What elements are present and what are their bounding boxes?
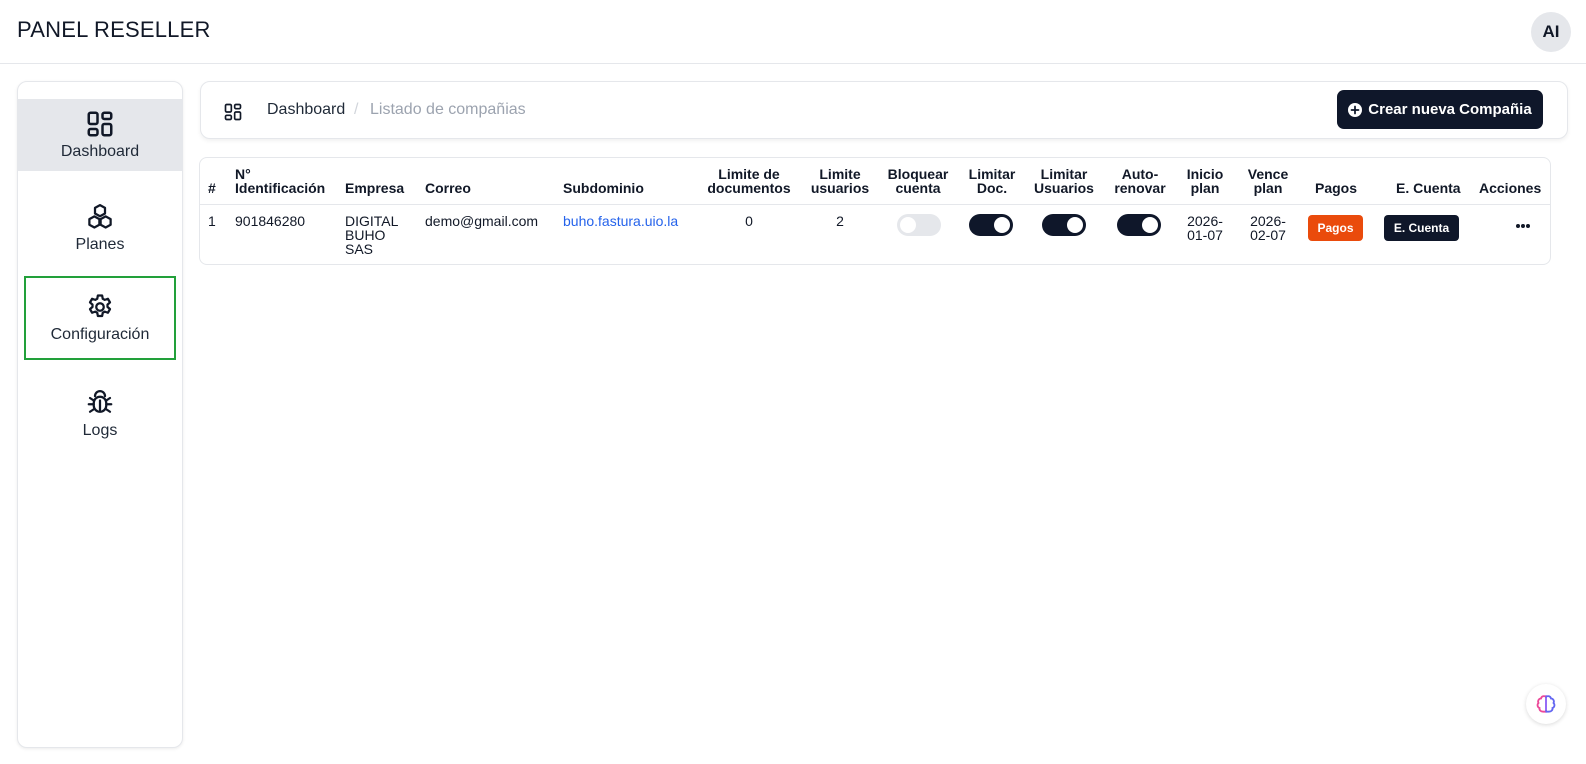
pagos-button[interactable]: Pagos (1308, 215, 1363, 241)
column-header-limite-documentos: Limite de documentos (707, 166, 791, 196)
cell-vence-plan: 2026- 02-07 (1250, 213, 1286, 243)
toggle-knob (1142, 217, 1158, 233)
column-header-limite-usuarios: Limite usuarios (810, 166, 870, 196)
cubes-icon (88, 204, 112, 229)
toggle-knob (900, 217, 916, 233)
sidebar-item-dashboard[interactable]: Dashboard (18, 99, 182, 171)
column-header-acciones: Acciones (1479, 180, 1542, 196)
assistant-brain-button[interactable] (1526, 684, 1566, 724)
sidebar-item-label: Configuración (50, 326, 150, 343)
column-header-limitar-doc: Limitar Doc. (968, 166, 1016, 196)
toggle-knob (1067, 217, 1083, 233)
bug-icon (87, 390, 113, 413)
column-header-limitar-usuarios: Limitar Usuarios (1034, 166, 1094, 196)
app-title: PANEL RESELLER (17, 17, 211, 42)
cell-limite-documentos: 0 (745, 213, 753, 229)
sidebar-item-logs[interactable]: Logs (18, 378, 182, 450)
column-header-bloquear-cuenta: Bloquear cuenta (887, 166, 949, 196)
cell-identificacion: 901846280 (235, 213, 306, 229)
column-header-identificacion: N° Identificación (235, 166, 326, 196)
breadcrumb: Dashboard / Listado de compañias Crear n… (200, 81, 1568, 139)
dashboard-icon (87, 111, 113, 137)
column-header-inicio-plan: Inicio plan (1186, 166, 1224, 196)
column-header-correo: Correo (425, 180, 471, 196)
column-header-e-cuenta: E. Cuenta (1396, 180, 1461, 196)
dashboard-icon (224, 103, 242, 121)
sidebar-item-label: Planes (75, 236, 125, 253)
create-company-button[interactable]: Crear nueva Compañia (1337, 90, 1543, 129)
user-avatar[interactable]: AI (1531, 12, 1571, 52)
column-header-index: # (208, 180, 216, 196)
cell-inicio-plan: 2026- 01-07 (1187, 213, 1223, 243)
cell-empresa: DIGITAL BUHO SAS (345, 213, 399, 257)
toggle-bloquear-cuenta[interactable] (897, 214, 941, 236)
column-header-empresa: Empresa (345, 180, 405, 196)
column-header-auto-renovar: Auto- renovar (1114, 166, 1166, 196)
toggle-limitar-usuarios[interactable] (1042, 214, 1086, 236)
create-company-label: Crear nueva Compañia (1368, 101, 1532, 118)
cell-correo: demo@gmail.com (425, 213, 539, 229)
more-actions-icon[interactable] (1516, 224, 1532, 230)
column-header-vence-plan: Vence plan (1247, 166, 1289, 196)
gear-icon (88, 294, 112, 318)
column-header-subdominio: Subdominio (563, 180, 644, 196)
column-header-pagos: Pagos (1315, 180, 1358, 196)
toggle-knob (994, 217, 1010, 233)
toggle-auto-renovar[interactable] (1117, 214, 1161, 236)
sidebar-item-label: Logs (82, 422, 118, 439)
sidebar: Dashboard Planes Configuración Logs (17, 81, 183, 748)
cell-index: 1 (208, 213, 216, 229)
brain-icon (1536, 695, 1556, 713)
e-cuenta-button[interactable]: E. Cuenta (1384, 215, 1459, 241)
sidebar-item-label: Dashboard (60, 143, 140, 160)
breadcrumb-home-link[interactable]: Dashboard (267, 101, 345, 119)
header-divider (200, 204, 1550, 205)
cell-subdominio-link[interactable]: buho.fastura.uio.la (563, 214, 678, 228)
sidebar-item-configuracion[interactable]: Configuración (24, 276, 176, 360)
top-bar: PANEL RESELLER AI (0, 0, 1586, 64)
sidebar-item-planes[interactable]: Planes (18, 192, 182, 264)
companies-table: # N° Identificación Empresa Correo Subdo… (199, 157, 1551, 265)
breadcrumb-current: Listado de compañias (370, 101, 526, 118)
toggle-limitar-doc[interactable] (969, 214, 1013, 236)
cell-limite-usuarios: 2 (836, 213, 844, 229)
breadcrumb-separator: / (354, 101, 359, 118)
plus-circle-icon (1348, 102, 1363, 117)
